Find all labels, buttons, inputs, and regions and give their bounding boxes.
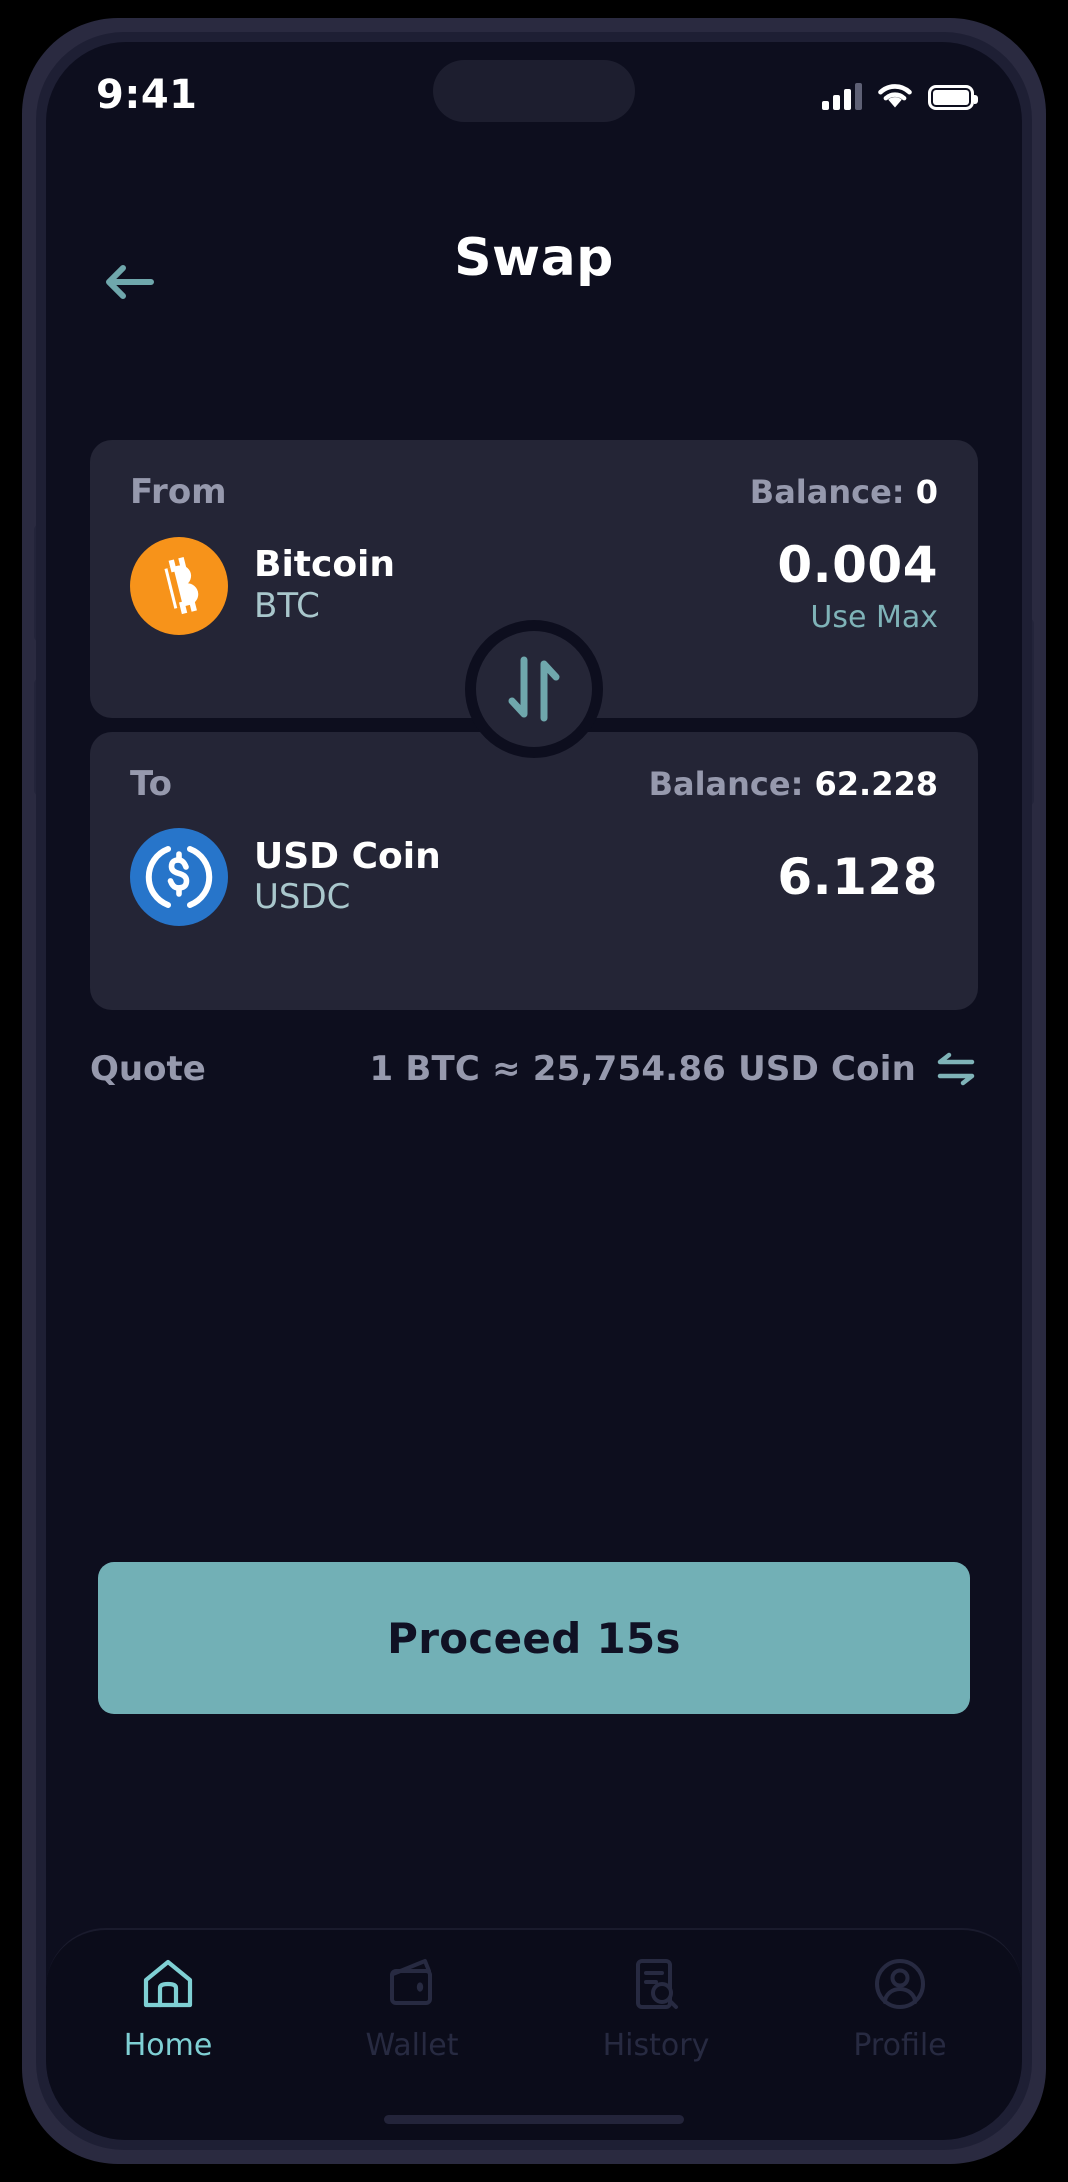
battery-full-icon — [928, 85, 978, 110]
quote-value-group: 1 BTC ≈ 25,754.86 USD Coin — [369, 1049, 978, 1089]
proceed-button[interactable]: Proceed 15s — [98, 1562, 970, 1714]
from-card-header: From Balance: 0 — [130, 472, 938, 512]
to-amount-group: 6.128 — [777, 848, 938, 906]
bottom-navigation-bar: Home Wallet History Profile — [46, 1928, 1022, 2140]
cellular-signal-icon — [822, 83, 862, 110]
dynamic-island — [433, 60, 635, 122]
quote-rate-value: 1 BTC ≈ 25,754.86 USD Coin — [369, 1049, 916, 1089]
wallet-icon — [384, 1954, 440, 2014]
from-token-text: Bitcoin BTC — [254, 545, 395, 626]
status-bar: 9:41 — [46, 42, 1022, 160]
phone-screen: 9:41 Swap From Balance: 0 Bitcoin BTC 0.… — [46, 42, 1022, 2140]
swap-to-card[interactable]: To Balance: 62.228 USD Coin USDC 6.128 — [90, 732, 978, 1010]
to-amount-input[interactable]: 6.128 — [777, 848, 938, 906]
to-card-body: USD Coin USDC 6.128 — [130, 828, 938, 926]
use-max-button[interactable]: Use Max — [810, 600, 938, 635]
swap-vertical-arrows-icon — [508, 656, 560, 722]
swap-horizontal-arrows-icon[interactable] — [934, 1050, 978, 1088]
bitcoin-logo-icon — [130, 536, 228, 635]
status-bar-icons — [822, 74, 978, 110]
from-direction-label: From — [130, 472, 227, 512]
from-token-selector[interactable]: Bitcoin BTC — [130, 536, 395, 635]
quote-label: Quote — [90, 1049, 206, 1089]
to-token-text: USD Coin USDC — [254, 837, 441, 918]
nav-item-home[interactable]: Home — [46, 1954, 290, 2063]
status-bar-time: 9:41 — [96, 72, 198, 118]
from-amount-input[interactable]: 0.004 — [777, 536, 938, 594]
nav-item-wallet[interactable]: Wallet — [290, 1954, 534, 2063]
page-title: Swap — [454, 228, 614, 288]
nav-label-wallet: Wallet — [365, 2028, 459, 2063]
to-balance: Balance: 62.228 — [649, 765, 938, 803]
to-token-selector[interactable]: USD Coin USDC — [130, 828, 441, 926]
from-token-name: Bitcoin — [254, 544, 396, 586]
nav-label-history: History — [602, 2028, 710, 2063]
quote-row: Quote 1 BTC ≈ 25,754.86 USD Coin — [90, 1042, 978, 1096]
from-amount-group: 0.004 Use Max — [777, 536, 938, 635]
from-balance-prefix: Balance: — [749, 473, 916, 511]
history-search-icon — [628, 1954, 684, 2014]
nav-label-home: Home — [123, 2028, 213, 2063]
to-card-header: To Balance: 62.228 — [130, 764, 938, 804]
usdc-logo-icon — [130, 828, 228, 926]
nav-item-history[interactable]: History — [534, 1954, 778, 2063]
wifi-icon — [878, 84, 912, 108]
to-direction-label: To — [130, 764, 173, 804]
to-balance-value: 62.228 — [814, 765, 938, 803]
home-icon — [140, 1954, 196, 2014]
to-token-name: USD Coin — [254, 835, 441, 877]
app-header: Swap — [46, 228, 1022, 338]
nav-label-profile: Profile — [853, 2028, 947, 2063]
to-balance-prefix: Balance: — [648, 765, 815, 803]
nav-item-profile[interactable]: Profile — [778, 1954, 1022, 2063]
from-balance: Balance: 0 — [750, 473, 938, 511]
swap-direction-toggle-button[interactable] — [465, 620, 603, 758]
to-token-symbol: USDC — [254, 877, 351, 918]
from-token-symbol: BTC — [254, 585, 320, 626]
from-balance-value: 0 — [915, 473, 938, 511]
home-indicator — [384, 2115, 684, 2124]
profile-icon — [872, 1954, 928, 2014]
